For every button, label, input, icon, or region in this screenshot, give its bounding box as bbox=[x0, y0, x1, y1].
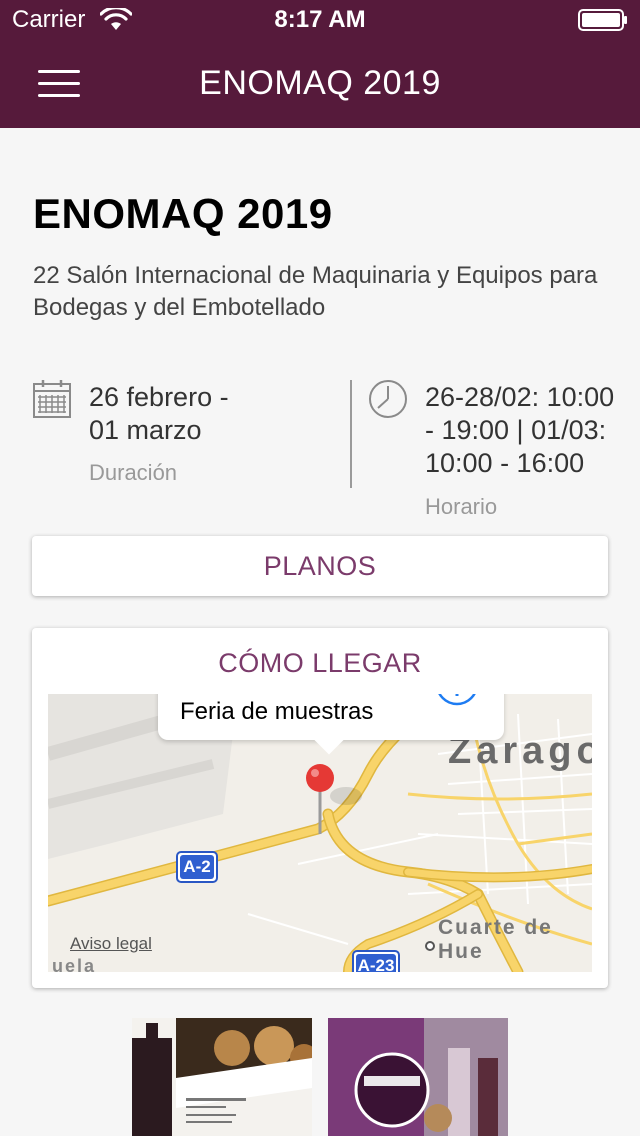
brochure-2-image bbox=[328, 1018, 508, 1136]
directions-card: CÓMO LLEGAR Zarag Cuarte de Hue uela A-2… bbox=[32, 628, 608, 988]
map-callout[interactable]: Feria de muestras bbox=[158, 694, 504, 755]
map-town-label: Cuarte de Hue bbox=[438, 916, 553, 963]
status-bar: Carrier 8:17 AM bbox=[0, 0, 640, 40]
duration-value: 26 febrero - 01 marzo bbox=[89, 381, 339, 447]
schedule-value: 26-28/02: 10:00 - 19:00 | 01/03: 10:00 -… bbox=[425, 381, 640, 480]
info-icon[interactable] bbox=[434, 694, 480, 710]
brochure-1-image bbox=[132, 1018, 312, 1136]
schedule-label: Horario bbox=[425, 494, 498, 519]
brochure-thumbnail-1[interactable] bbox=[132, 1018, 312, 1136]
duration-line1: 26 febrero - bbox=[89, 382, 229, 412]
status-time: 8:17 AM bbox=[274, 6, 366, 33]
road-a23-sign: A-23 bbox=[352, 950, 400, 972]
info-divider bbox=[350, 380, 352, 488]
navigation-bar: Carrier 8:17 AM ENOMAQ 2019 bbox=[0, 0, 640, 128]
road-a2-sign: A-2 bbox=[176, 851, 218, 883]
road-a23-label: A-23 bbox=[356, 954, 396, 972]
planos-label: PLANOS bbox=[263, 551, 377, 581]
duration-label: Duración bbox=[89, 460, 178, 485]
planos-button[interactable]: PLANOS bbox=[32, 536, 608, 596]
road-a2-label: A-2 bbox=[180, 855, 214, 879]
map-partial-label: uela bbox=[52, 956, 97, 972]
calendar-icon bbox=[33, 380, 71, 418]
event-subtitle: 22 Salón Internacional de Maquinaria y E… bbox=[33, 262, 598, 321]
legal-link[interactable]: Aviso legal bbox=[70, 934, 152, 954]
schedule-line2: - 19:00 | 01/03: bbox=[425, 415, 607, 445]
event-title: ENOMAQ 2019 bbox=[33, 190, 333, 237]
schedule-line1: 26-28/02: 10:00 bbox=[425, 382, 615, 412]
map-callout-title: Feria de muestras bbox=[180, 698, 374, 725]
clock-icon bbox=[369, 380, 407, 418]
brochure-thumbnail-2[interactable] bbox=[328, 1018, 508, 1136]
battery-icon bbox=[578, 9, 627, 31]
nav-title: ENOMAQ 2019 bbox=[199, 64, 441, 102]
duration-line2: 01 marzo bbox=[89, 415, 202, 445]
map-pin-icon[interactable] bbox=[304, 762, 336, 838]
directions-title: CÓMO LLEGAR bbox=[218, 648, 422, 678]
schedule-line3: 10:00 - 16:00 bbox=[425, 448, 585, 478]
map-view[interactable]: Zaragoz Cuarte de Hue uela A-2 A-23 Feri… bbox=[48, 694, 592, 972]
